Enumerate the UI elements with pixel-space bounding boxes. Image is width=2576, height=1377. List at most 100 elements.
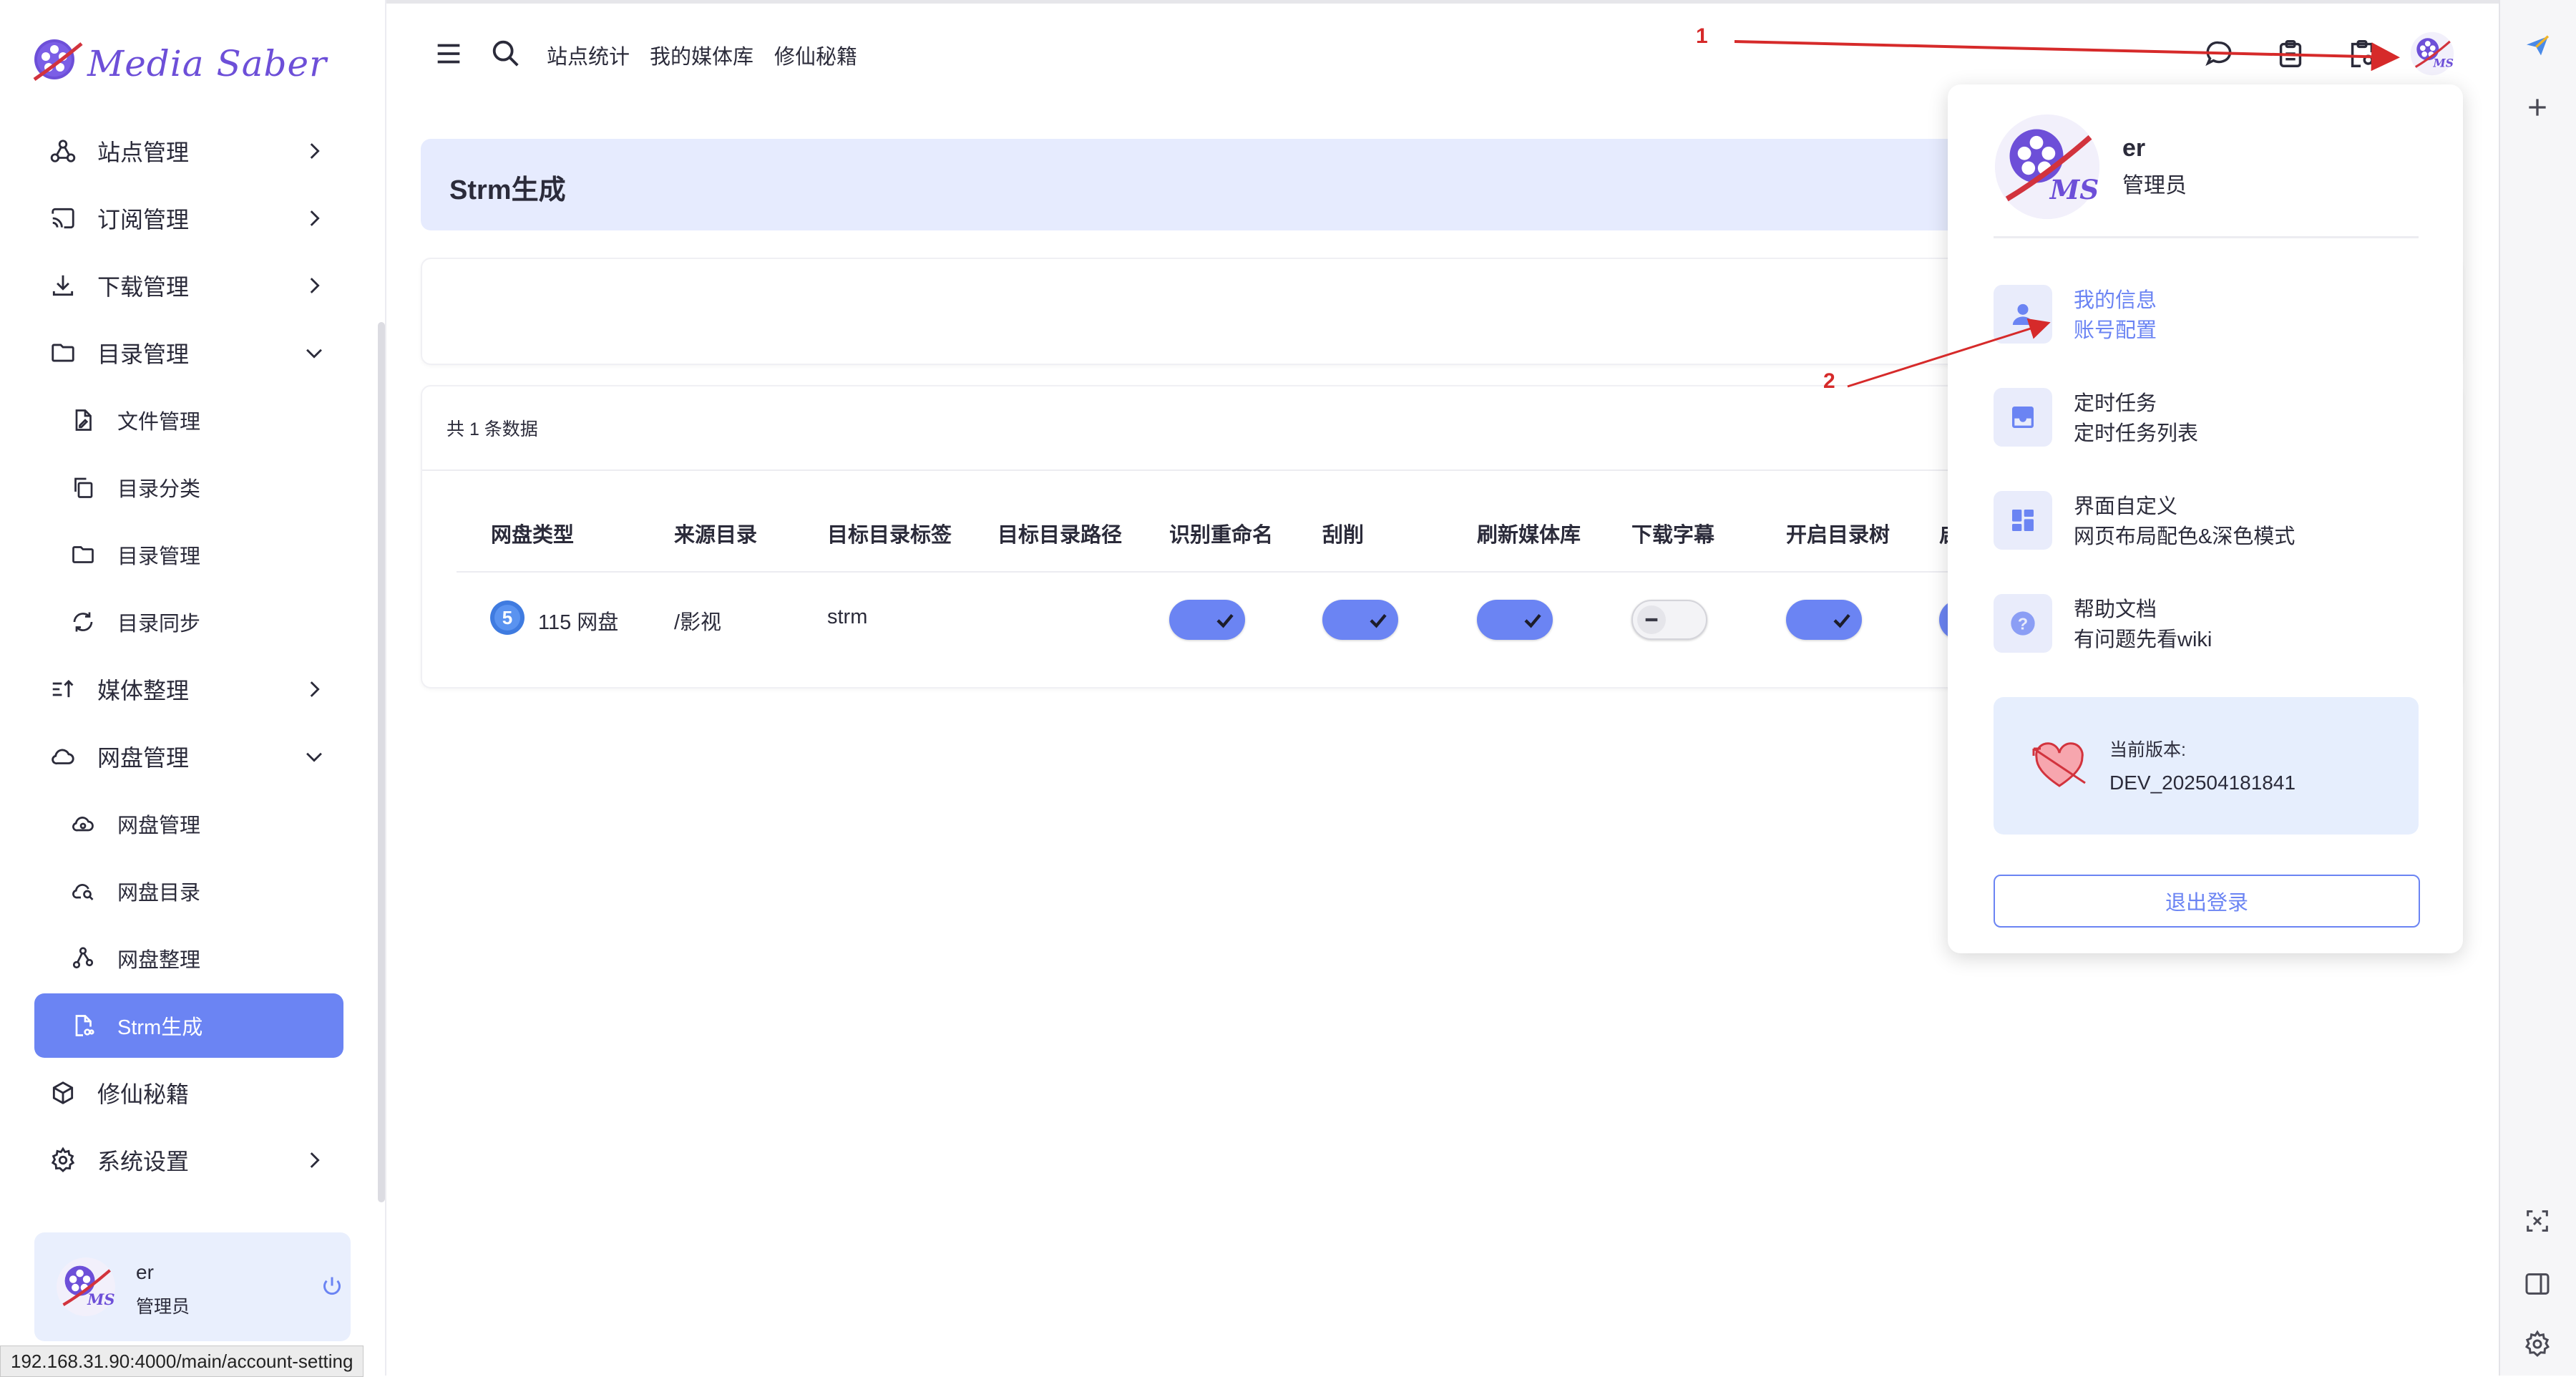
sidebar-item-label: 系统设置 [97,1149,190,1174]
sidebar-item-cloud-drive[interactable]: 网盘管理 [34,723,343,790]
power-icon[interactable] [319,1274,345,1300]
sidebar-item-label: 目录分类 [117,478,201,501]
file-link-icon [69,1011,97,1040]
copy-icon [69,473,97,502]
toggle-dir-tree[interactable] [1786,600,1862,640]
chevron-right-icon [310,143,320,159]
cube-icon [49,1079,77,1107]
sidebar-item-dir-manage[interactable]: 目录管理 [34,521,343,588]
send-icon[interactable] [2523,31,2552,60]
chevron-down-icon [306,349,322,359]
top-link-my-library[interactable]: 我的媒体库 [650,40,753,70]
sidebar-item-label: 目录管理 [117,545,201,568]
check-icon [1216,613,1234,628]
column-header[interactable]: 刷新媒体库 [1477,518,1581,548]
cloud-settings-icon [69,809,97,838]
menu-item-title: 我的信息 [2074,289,2157,312]
sidebar-item-dir-category[interactable]: 目录分类 [34,454,343,521]
layout-icon [1994,491,2052,550]
clipboard-icon[interactable] [2274,37,2307,70]
svg-text:MS: MS [2433,57,2454,70]
sidebar-item-strm-generate[interactable]: Strm生成 [34,993,343,1058]
column-header[interactable]: 目标目录标签 [827,518,952,548]
menu-item-my-info[interactable]: 我的信息 账号配置 [1994,278,2419,349]
svg-text:MS: MS [2049,174,2099,205]
share-nodes-icon [69,944,97,973]
screenshot-icon[interactable] [2523,1207,2552,1235]
sidebar-user-card[interactable]: MS er 管理员 [34,1232,351,1341]
cell-source-dir: /影视 [674,611,722,634]
file-edit-icon [69,406,97,434]
search-icon[interactable] [489,37,522,70]
sidebar-item-label: 网盘目录 [117,882,201,905]
sidebar-item-downloads[interactable]: 下载管理 [34,252,343,319]
column-header[interactable]: 开启目录树 [1786,518,1890,548]
sidebar-item-subscriptions[interactable]: 订阅管理 [34,185,343,252]
version-value: DEV_202504181841 [2109,772,2296,794]
toggle-refresh-library[interactable] [1477,600,1553,640]
avatar[interactable]: MS [2410,31,2454,76]
check-icon [1524,613,1541,628]
column-header[interactable]: 来源目录 [674,518,757,548]
sidebar-item-cloud-organize[interactable]: 网盘整理 [34,925,343,992]
chevron-right-icon [310,210,320,226]
column-header[interactable]: 目标目录路径 [997,518,1122,548]
sidebar-item-label: 媒体整理 [97,678,190,704]
top-link-site-stats[interactable]: 站点统计 [547,40,630,70]
column-header[interactable]: 网盘类型 [491,518,574,548]
sidebar-item-cloud-directory[interactable]: 网盘目录 [34,857,343,925]
column-header[interactable]: 下载字幕 [1631,518,1714,548]
version-label: 当前版本: [2109,740,2186,760]
network-icon [49,137,77,165]
check-icon [1370,613,1387,628]
sidebar-item-label: Strm生成 [117,1016,203,1039]
chevron-right-icon [310,681,320,697]
sidebar-item-dir-sync[interactable]: 目录同步 [34,588,343,656]
column-header[interactable]: 刮削 [1322,518,1364,548]
page-title: Strm生成 [449,175,566,205]
sidebar-toggle-icon[interactable] [2523,1270,2552,1298]
sidebar-item-cloud-manage[interactable]: 网盘管理 [34,790,343,857]
sidebar-item-sites[interactable]: 站点管理 [34,117,343,185]
plus-icon[interactable] [2523,93,2552,122]
menu-icon[interactable] [432,37,465,70]
svg-text:5: 5 [502,607,512,628]
sync-icon [69,608,97,636]
sidebar-item-label: 网盘管理 [97,745,190,771]
menu-item-ui-customize[interactable]: 界面自定义 网页布局配色&深色模式 [1994,484,2419,555]
sidebar-item-media-organize[interactable]: 媒体整理 [34,656,343,723]
sidebar-item-guide[interactable]: 修仙秘籍 [34,1059,343,1127]
logout-button[interactable]: 退出登录 [1994,875,2420,928]
cell-target-tag: strm [827,605,868,628]
browser-side-panel [2499,0,2576,1376]
app-logo[interactable]: Media Saber [29,31,327,96]
menu-item-scheduled-tasks[interactable]: 定时任务 定时任务列表 [1994,381,2419,452]
minus-icon [1637,605,1666,634]
chat-icon[interactable] [2202,37,2235,70]
sidebar-user-role: 管理员 [136,1297,190,1317]
sort-icon [49,675,77,704]
sidebar-item-directories[interactable]: 目录管理 [34,319,343,386]
film-reel-logo-icon [33,39,83,82]
person-icon [1994,285,2052,344]
svg-text:MS: MS [87,1290,114,1308]
dropdown-user-name: er [2122,135,2146,162]
clipboard-search-icon[interactable] [2346,37,2379,70]
chevron-right-icon [310,278,320,293]
menu-item-subtitle: 网页布局配色&深色模式 [2074,525,2296,548]
divider [1994,236,2419,238]
sidebar-item-file-manage[interactable]: 文件管理 [34,386,343,454]
menu-item-help-docs[interactable]: ? 帮助文档 有问题先看wiki [1994,587,2419,658]
download-icon [49,271,77,300]
sidebar-scrollbar[interactable] [378,322,385,1202]
toggle-rename[interactable] [1169,600,1245,640]
folder-icon [69,540,97,569]
chevron-down-icon [306,752,322,762]
top-link-guide[interactable]: 修仙秘籍 [774,40,857,70]
toggle-scrape[interactable] [1322,600,1398,640]
toggle-download-subtitle[interactable] [1631,600,1707,640]
column-header[interactable]: 识别重命名 [1169,518,1273,548]
avatar: MS [57,1257,115,1316]
gear-icon[interactable] [2523,1330,2552,1358]
sidebar-item-settings[interactable]: 系统设置 [34,1127,343,1194]
